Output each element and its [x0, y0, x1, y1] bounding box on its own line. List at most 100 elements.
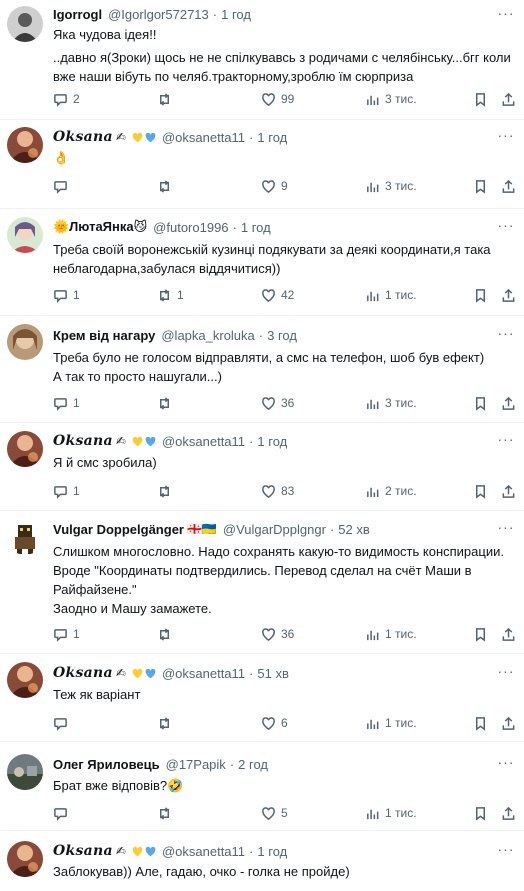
timestamp[interactable]: 3 год	[267, 328, 297, 343]
like-button[interactable]: 9	[261, 177, 288, 195]
bookmark-button[interactable]	[473, 804, 488, 822]
timestamp[interactable]: 1 год	[257, 844, 287, 859]
avatar[interactable]	[7, 519, 43, 555]
timestamp[interactable]: 51 хв	[257, 666, 288, 681]
more-options-icon[interactable]: ···	[496, 664, 516, 684]
bookmark-button[interactable]	[473, 482, 488, 500]
reply-oksana[interactable]: Oksana ✍ @oksanetta11 · 1 год ··· 👌 9 3 …	[0, 120, 524, 208]
reply-button[interactable]: 2	[53, 90, 80, 108]
reply-oksana[interactable]: Oksana ✍ @oksanetta11 · 51 хв ··· Теж як…	[0, 654, 524, 740]
author-name[interactable]: Oksana	[53, 665, 113, 681]
author-handle[interactable]: @futoro1996	[153, 220, 228, 235]
like-button[interactable]: 6	[261, 714, 288, 732]
reply-button[interactable]: 1	[53, 286, 80, 304]
views-button[interactable]: 1 тис.	[365, 625, 417, 643]
share-button[interactable]	[501, 714, 516, 732]
views-button[interactable]: 3 тис.	[365, 90, 417, 108]
more-options-icon[interactable]: ···	[496, 128, 516, 148]
reply-button[interactable]: 1	[53, 625, 80, 643]
author-handle[interactable]: @oksanetta11	[162, 666, 245, 681]
timestamp[interactable]: 1 год	[221, 7, 251, 22]
views-button[interactable]: 3 тис.	[365, 177, 417, 195]
avatar[interactable]	[7, 841, 43, 877]
like-button[interactable]: 36	[261, 394, 294, 412]
more-options-icon[interactable]: ···	[496, 326, 516, 346]
repost-button[interactable]	[157, 714, 177, 732]
author-handle[interactable]: @oksanetta11	[162, 844, 245, 859]
author-name[interactable]: Vulgar Doppelgänger	[53, 522, 184, 537]
more-options-icon[interactable]: ···	[496, 755, 516, 775]
reply-button[interactable]	[53, 714, 73, 732]
reply-button[interactable]: 1	[53, 482, 80, 500]
reply-oleg[interactable]: Олег Яриловець @17Papik · 2 год ··· Брат…	[0, 742, 524, 830]
views-button[interactable]: 3 тис.	[365, 394, 417, 412]
avatar[interactable]	[7, 217, 43, 253]
repost-button[interactable]	[157, 177, 177, 195]
bookmark-button[interactable]	[473, 90, 488, 108]
author-handle[interactable]: @oksanetta11	[162, 130, 245, 145]
author-name[interactable]: Oksana	[53, 129, 113, 145]
author-handle[interactable]: @17Papik	[166, 757, 226, 772]
share-button[interactable]	[501, 177, 516, 195]
repost-button[interactable]	[157, 482, 177, 500]
repost-button[interactable]	[157, 90, 177, 108]
repost-button[interactable]: 1	[157, 286, 184, 304]
author-handle[interactable]: @oksanetta11	[162, 434, 245, 449]
reply-vulgar-doppelganger[interactable]: Vulgar Doppelgänger 🇬🇪🇺🇦 @VulgarDpplgngr…	[0, 511, 524, 652]
bookmark-button[interactable]	[473, 625, 488, 643]
repost-button[interactable]	[157, 394, 177, 412]
share-button[interactable]	[501, 482, 516, 500]
reply-button[interactable]	[53, 177, 73, 195]
share-button[interactable]	[501, 286, 516, 304]
author-name[interactable]: Oksana	[53, 843, 113, 859]
share-button[interactable]	[501, 625, 516, 643]
share-button[interactable]	[501, 90, 516, 108]
reply-oksana[interactable]: Oksana ✍ @oksanetta11 · 1 год ··· Я й см…	[0, 423, 524, 509]
avatar[interactable]	[7, 6, 43, 42]
more-options-icon[interactable]: ···	[496, 218, 516, 238]
like-button[interactable]: 99	[261, 90, 294, 108]
like-button[interactable]: 5	[261, 804, 288, 822]
repost-button[interactable]	[157, 625, 177, 643]
bookmark-button[interactable]	[473, 286, 488, 304]
views-button[interactable]: 1 тис.	[365, 804, 417, 822]
reply-igorrogl[interactable]: Igorrogl @Igorlgor572713 · 1 год ··· Яка…	[0, 0, 524, 118]
like-button[interactable]: 42	[261, 286, 294, 304]
avatar[interactable]	[7, 662, 43, 698]
avatar[interactable]	[7, 324, 43, 360]
reply-button[interactable]	[53, 804, 73, 822]
views-button[interactable]: 1 тис.	[365, 286, 417, 304]
like-button[interactable]: 36	[261, 625, 294, 643]
author-name[interactable]: Oksana	[53, 433, 113, 449]
author-handle[interactable]: @lapka_kroluka	[161, 328, 254, 343]
bookmark-button[interactable]	[473, 394, 488, 412]
like-button[interactable]: 83	[261, 482, 294, 500]
timestamp[interactable]: 1 год	[257, 130, 287, 145]
reply-button[interactable]: 1	[53, 394, 80, 412]
reply-oksana[interactable]: Oksana ✍ @oksanetta11 · 1 год ··· Заблок…	[0, 831, 524, 891]
reply-krem[interactable]: Крем від нагару @lapka_kroluka · 3 год ·…	[0, 316, 524, 422]
author-name[interactable]: 🌞ЛютаЯнка😼	[53, 219, 147, 235]
views-button[interactable]: 1 тис.	[365, 714, 417, 732]
timestamp[interactable]: 1 год	[241, 220, 271, 235]
author-name[interactable]: Крем від нагару	[53, 328, 155, 343]
bookmark-button[interactable]	[473, 177, 488, 195]
reply-lutayanka[interactable]: 🌞ЛютаЯнка😼 @futoro1996 · 1 год ··· Треба…	[0, 209, 524, 314]
author-handle[interactable]: @Igorlgor572713	[108, 7, 209, 22]
more-options-icon[interactable]: ···	[496, 842, 516, 862]
repost-button[interactable]	[157, 804, 177, 822]
timestamp[interactable]: 52 хв	[338, 522, 369, 537]
avatar[interactable]	[7, 431, 43, 467]
author-handle[interactable]: @VulgarDpplgngr	[223, 522, 326, 537]
timestamp[interactable]: 2 год	[238, 757, 268, 772]
bookmark-button[interactable]	[473, 714, 488, 732]
author-name[interactable]: Олег Яриловець	[53, 757, 160, 772]
share-button[interactable]	[501, 804, 516, 822]
more-options-icon[interactable]: ···	[496, 432, 516, 452]
timestamp[interactable]: 1 год	[257, 434, 287, 449]
more-options-icon[interactable]: ···	[496, 520, 516, 540]
more-options-icon[interactable]: ···	[496, 6, 516, 26]
author-name[interactable]: Igorrogl	[53, 7, 102, 22]
views-button[interactable]: 2 тис.	[365, 482, 417, 500]
share-button[interactable]	[501, 394, 516, 412]
